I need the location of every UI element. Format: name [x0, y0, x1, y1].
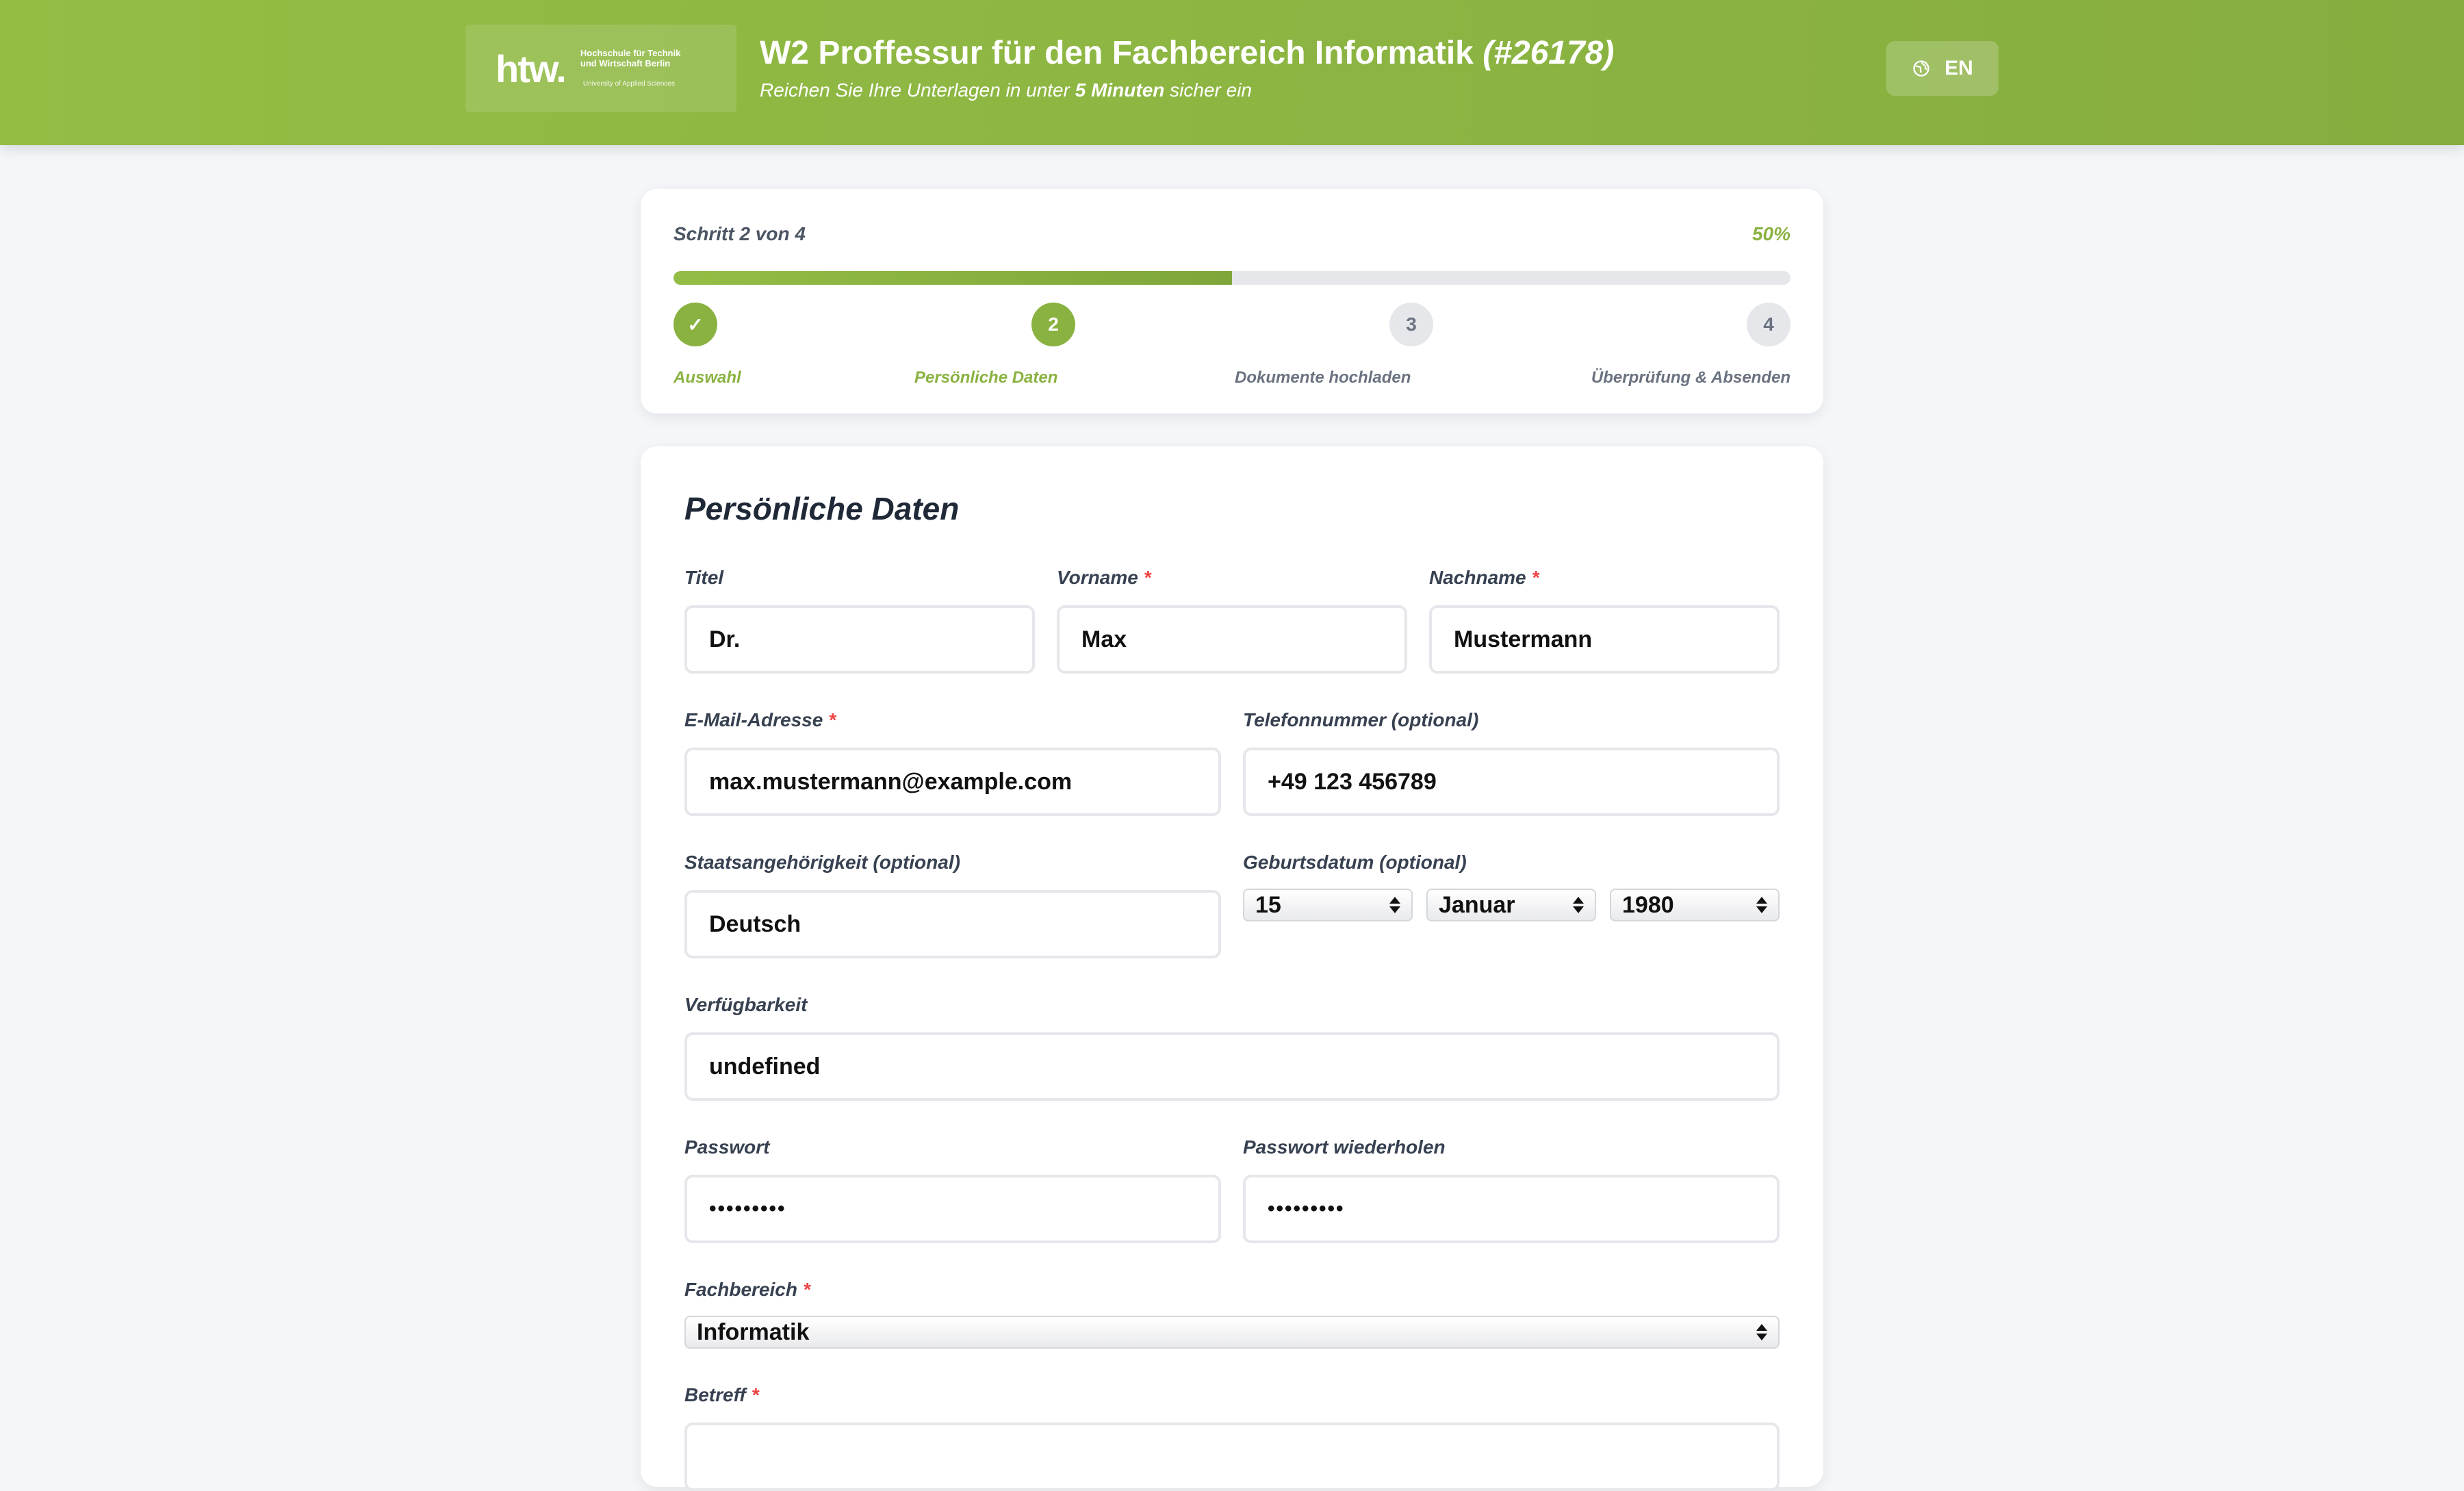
- step-4-label: Überprüfung & Absenden: [1591, 368, 1791, 387]
- step-1: ✓ Auswahl: [673, 303, 741, 387]
- personal-data-form: Persönliche Daten Titel Vorname* Nachnam…: [641, 446, 1823, 1491]
- logo-mark: htw.: [496, 47, 567, 90]
- select-arrows-icon: [1573, 897, 1584, 913]
- section-title: Persönliche Daten: [684, 491, 960, 526]
- page-title: W2 Proffessur für den Fachbereich Inform…: [760, 34, 1614, 72]
- titel-input[interactable]: [684, 605, 1035, 674]
- passwort-label: Passwort: [684, 1136, 770, 1158]
- geburtsdatum-label: Geburtsdatum (optional): [1243, 852, 1467, 874]
- required-marker: *: [802, 1279, 810, 1300]
- birth-month-value: Januar: [1439, 891, 1515, 918]
- logo-subline: University of Applied Sciences: [582, 80, 675, 88]
- vorname-label: Vorname *: [1057, 567, 1151, 589]
- page-title-text: W2 Proffessur für den Fachbereich Inform…: [760, 35, 1474, 71]
- required-marker: *: [828, 709, 836, 730]
- passwort-input[interactable]: [684, 1175, 1221, 1243]
- staatsangehoerigkeit-input[interactable]: [684, 890, 1221, 958]
- telefon-label: Telefonnummer (optional): [1243, 709, 1478, 731]
- language-label: EN: [1945, 57, 1973, 79]
- app-header: htw. Hochschule für Technik und Wirtscha…: [0, 0, 2464, 145]
- logo-line-1: Hochschule für Technik: [580, 48, 681, 59]
- progress-bar-fill: [673, 271, 1232, 285]
- telefon-label-text: Telefonnummer (optional): [1243, 709, 1479, 730]
- progress-percent: 50%: [1751, 223, 1791, 244]
- passwort-wiederholen-label-text: Passwort wiederholen: [1243, 1136, 1446, 1158]
- email-input[interactable]: [684, 748, 1221, 816]
- required-marker: *: [1531, 567, 1539, 588]
- step-counter: Schritt 2 von 4: [673, 223, 806, 244]
- progress-card: Schritt 2 von 4 50% ✓ Auswahl 2 Persönli…: [641, 189, 1823, 413]
- select-arrows-icon: [1389, 897, 1400, 913]
- betreff-label-text: Betreff: [684, 1384, 746, 1405]
- required-marker: *: [751, 1384, 759, 1405]
- step-1-circle: ✓: [673, 303, 717, 346]
- step-4-circle: 4: [1747, 303, 1791, 346]
- vorname-input[interactable]: [1057, 605, 1407, 674]
- nachname-label-text: Nachname: [1429, 567, 1526, 588]
- geburtsdatum-label-text: Geburtsdatum (optional): [1243, 852, 1467, 873]
- betreff-input[interactable]: [684, 1423, 1780, 1491]
- step-3-circle: 3: [1389, 303, 1433, 346]
- birth-year-select[interactable]: 1980: [1610, 889, 1780, 921]
- htw-logo: htw. Hochschule für Technik und Wirtscha…: [465, 25, 736, 112]
- page-subtitle: Reichen Sie Ihre Unterlagen in unter 5 M…: [760, 79, 1252, 101]
- verfuegbarkeit-input[interactable]: [684, 1032, 1780, 1101]
- fachbereich-value: Informatik: [697, 1318, 810, 1345]
- email-label-text: E-Mail-Adresse: [684, 709, 823, 730]
- subtitle-time: 5 Minuten: [1075, 79, 1165, 101]
- logo-line-2: und Wirtschaft Berlin: [580, 58, 671, 69]
- language-switch-button[interactable]: EN: [1886, 41, 1999, 96]
- birth-year-value: 1980: [1622, 891, 1674, 918]
- step-3-label: Dokumente hochladen: [1235, 368, 1411, 387]
- staatsangehoerigkeit-label-text: Staatsangehörigkeit (optional): [684, 852, 960, 873]
- birth-day-value: 15: [1255, 891, 1281, 918]
- verfuegbarkeit-label-text: Verfügbarkeit: [684, 994, 808, 1015]
- passwort-label-text: Passwort: [684, 1136, 770, 1158]
- globe-icon: [1913, 60, 1929, 77]
- birth-day-select[interactable]: 15: [1243, 889, 1413, 921]
- fachbereich-label-text: Fachbereich: [684, 1279, 797, 1300]
- telefon-input[interactable]: [1243, 748, 1780, 816]
- step-4: 4 Überprüfung & Absenden: [1591, 303, 1791, 387]
- nachname-input[interactable]: [1429, 605, 1780, 674]
- select-arrows-icon: [1756, 1324, 1767, 1340]
- betreff-label: Betreff *: [684, 1384, 759, 1406]
- passwort-wiederholen-label: Passwort wiederholen: [1243, 1136, 1446, 1158]
- step-2: 2 Persönliche Daten: [914, 303, 1075, 387]
- staatsangehoerigkeit-label: Staatsangehörigkeit (optional): [684, 852, 960, 874]
- subtitle-suffix: sicher ein: [1170, 79, 1253, 101]
- birth-month-select[interactable]: Januar: [1426, 889, 1596, 921]
- select-arrows-icon: [1756, 897, 1767, 913]
- logo-text: Hochschule für Technik und Wirtschaft Be…: [580, 48, 681, 88]
- step-3: 3 Dokumente hochladen: [1235, 303, 1433, 387]
- email-label: E-Mail-Adresse *: [684, 709, 836, 731]
- titel-label: Titel: [684, 567, 723, 589]
- job-code: (#26178): [1483, 35, 1615, 71]
- step-2-label: Persönliche Daten: [914, 368, 1058, 387]
- check-icon: ✓: [687, 314, 704, 335]
- titel-label-text: Titel: [684, 567, 724, 588]
- step-1-label: Auswahl: [673, 368, 741, 387]
- passwort-wiederholen-input[interactable]: [1243, 1175, 1780, 1243]
- required-marker: *: [1143, 567, 1151, 588]
- fachbereich-select[interactable]: Informatik: [684, 1316, 1780, 1349]
- vorname-label-text: Vorname: [1057, 567, 1138, 588]
- nachname-label: Nachname *: [1429, 567, 1539, 589]
- step-2-circle: 2: [1031, 303, 1075, 346]
- fachbereich-label: Fachbereich *: [684, 1279, 810, 1301]
- subtitle-prefix: Reichen Sie Ihre Unterlagen in unter: [760, 79, 1070, 101]
- verfuegbarkeit-label: Verfügbarkeit: [684, 994, 807, 1016]
- progress-bar: [673, 271, 1791, 285]
